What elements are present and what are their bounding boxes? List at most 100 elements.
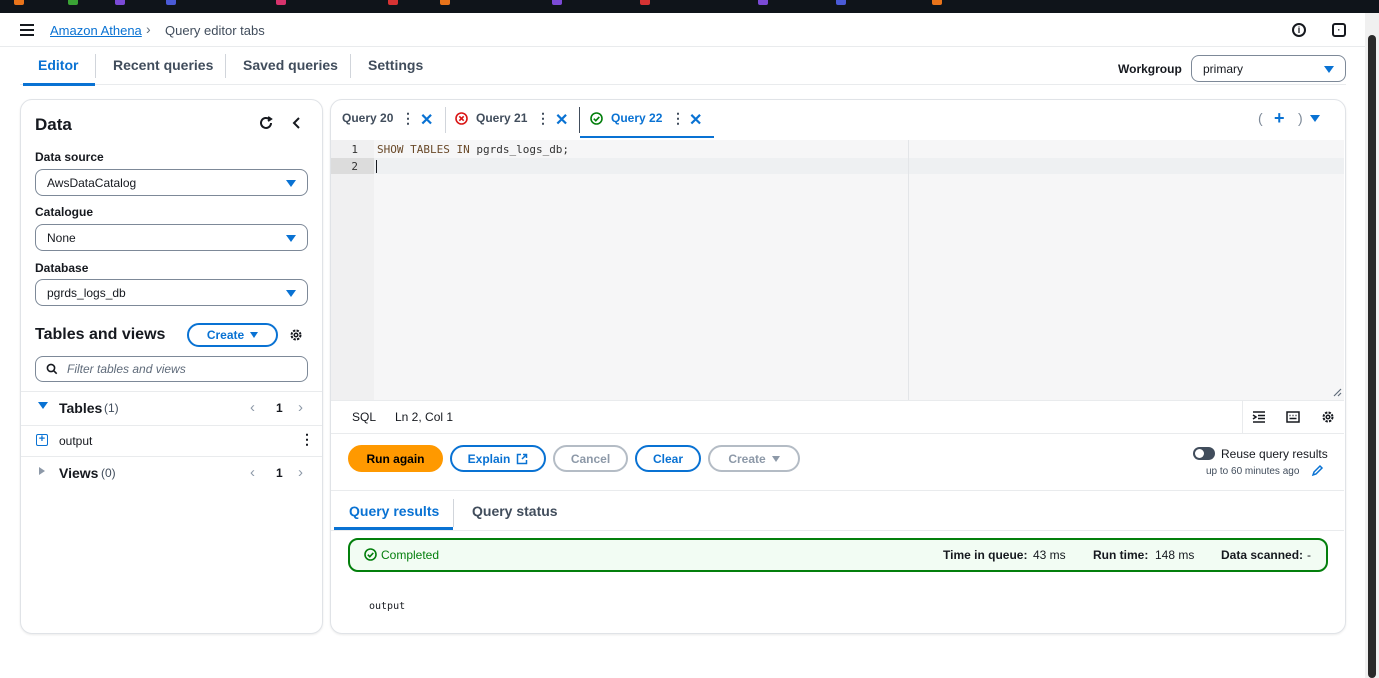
add-tab-bracket: ) [1298, 110, 1303, 126]
workgroup-select[interactable]: primary [1191, 55, 1346, 82]
kebab-menu-icon[interactable]: ⋮ [536, 110, 550, 127]
tab-editor[interactable]: Editor [38, 57, 78, 73]
bookmark-icon[interactable] [166, 0, 176, 6]
tab-recent-queries[interactable]: Recent queries [113, 57, 213, 73]
collapse-panel-icon[interactable] [290, 116, 302, 130]
refresh-icon[interactable] [258, 115, 274, 131]
database-label: Database [35, 261, 89, 275]
query-tab-20[interactable]: Query 20 [342, 111, 393, 125]
clear-button[interactable]: Clear [635, 445, 701, 472]
edit-pencil-icon[interactable] [1311, 464, 1324, 477]
kebab-menu-icon[interactable]: ⋮ [671, 110, 685, 127]
kebab-menu-icon[interactable]: ⋮ [300, 431, 314, 448]
run-time-value: 148 ms [1155, 548, 1195, 562]
tab-divider [579, 107, 580, 133]
scrollbar-thumb[interactable] [1368, 35, 1376, 678]
close-icon[interactable]: ✕ [420, 110, 433, 130]
tab-saved-queries[interactable]: Saved queries [243, 57, 338, 73]
divider [1242, 401, 1243, 433]
external-link-icon [517, 453, 528, 464]
active-tab-indicator [23, 83, 95, 86]
sql-editor[interactable] [331, 140, 1344, 400]
tables-section-label[interactable]: Tables [59, 400, 102, 416]
caret-down-icon [286, 289, 296, 297]
tab-divider [453, 499, 454, 527]
breadcrumb-bar: Amazon Athena › Query editor tabs i · [0, 13, 1365, 47]
search-icon [46, 363, 58, 375]
bookmark-icon[interactable] [640, 0, 650, 6]
resize-handle-icon[interactable] [1332, 387, 1342, 397]
keyboard-shortcuts-icon[interactable] [1286, 410, 1300, 424]
expand-down-icon[interactable] [38, 402, 48, 409]
chevron-left-icon[interactable]: ‹ [250, 464, 255, 481]
menu-icon[interactable] [20, 24, 34, 36]
bookmark-icon[interactable] [552, 0, 562, 6]
kebab-menu-icon[interactable]: ⋮ [401, 110, 415, 127]
query-tab-21[interactable]: Query 21 [476, 111, 527, 125]
bookmark-icon[interactable] [115, 0, 125, 6]
bookmark-icon[interactable] [836, 0, 846, 6]
workgroup-label: Workgroup [1118, 62, 1182, 76]
create-label: Create [728, 451, 766, 466]
code-line-1[interactable]: SHOW TABLES IN pgrds_logs_db; [377, 143, 569, 156]
data-source-value: AwsDataCatalog [47, 175, 137, 190]
bookmark-icon[interactable] [388, 0, 398, 6]
explain-button[interactable]: Explain [450, 445, 546, 472]
table-item-output[interactable]: output [59, 434, 92, 448]
chevron-right-icon[interactable]: › [298, 399, 303, 416]
divider [21, 425, 322, 426]
bookmark-icon[interactable] [68, 0, 78, 6]
close-icon[interactable]: ✕ [689, 110, 702, 130]
cancel-button[interactable]: Cancel [553, 445, 628, 472]
gear-icon[interactable] [289, 328, 303, 342]
tables-views-title: Tables and views [35, 326, 166, 343]
tables-count: (1) [104, 401, 119, 415]
tabs-dropdown-icon[interactable] [1310, 115, 1320, 122]
query-tab-22[interactable]: Query 22 [611, 111, 662, 125]
bookmark-icon[interactable] [14, 0, 24, 6]
bookmark-icon[interactable] [440, 0, 450, 6]
breadcrumb-athena-link[interactable]: Amazon Athena [50, 23, 142, 38]
tables-page-number: 1 [276, 401, 283, 415]
chevron-left-icon[interactable]: ‹ [250, 399, 255, 416]
data-scanned-value: - [1307, 548, 1311, 562]
create-button[interactable]: Create [708, 445, 800, 472]
active-results-tab-indicator [334, 527, 453, 530]
add-tab-icon[interactable]: + [1274, 108, 1285, 129]
bookmark-icon[interactable] [932, 0, 942, 6]
database-value: pgrds_logs_db [47, 285, 126, 300]
views-section-label[interactable]: Views [59, 465, 98, 481]
explain-label: Explain [467, 451, 511, 466]
close-icon[interactable]: ✕ [555, 110, 568, 130]
notifications-icon[interactable]: · [1332, 23, 1346, 37]
success-status-icon [590, 112, 603, 125]
bookmark-icon[interactable] [276, 0, 286, 6]
line-number: 1 [351, 143, 358, 156]
data-panel-title: Data [35, 115, 72, 134]
breadcrumb-current: Query editor tabs [165, 23, 265, 38]
run-again-button[interactable]: Run again [348, 445, 443, 472]
gear-icon[interactable] [1321, 410, 1335, 424]
tab-query-results[interactable]: Query results [349, 503, 439, 519]
create-table-button[interactable]: Create [187, 323, 278, 347]
tab-query-status[interactable]: Query status [472, 503, 558, 519]
completed-status: Completed [381, 548, 440, 562]
expand-table-icon[interactable]: + [36, 434, 48, 446]
filter-tables-input[interactable]: Filter tables and views [35, 356, 308, 382]
tab-settings[interactable]: Settings [368, 57, 423, 73]
reuse-results-label: Reuse query results [1221, 447, 1328, 461]
page-scrollbar[interactable] [1365, 13, 1379, 678]
bookmark-icon[interactable] [758, 0, 768, 6]
tab-divider [225, 54, 226, 78]
expand-right-icon[interactable] [39, 467, 45, 475]
chevron-right-icon[interactable]: › [298, 464, 303, 481]
tab-divider [350, 54, 351, 78]
database-select[interactable]: pgrds_logs_db [35, 279, 308, 306]
info-icon[interactable]: i [1292, 23, 1306, 37]
views-page-number: 1 [276, 466, 283, 480]
reuse-results-toggle[interactable] [1193, 447, 1215, 460]
format-query-icon[interactable] [1252, 410, 1266, 424]
chevron-right-icon: › [146, 21, 151, 37]
data-source-select[interactable]: AwsDataCatalog [35, 169, 308, 196]
catalogue-select[interactable]: None [35, 224, 308, 251]
